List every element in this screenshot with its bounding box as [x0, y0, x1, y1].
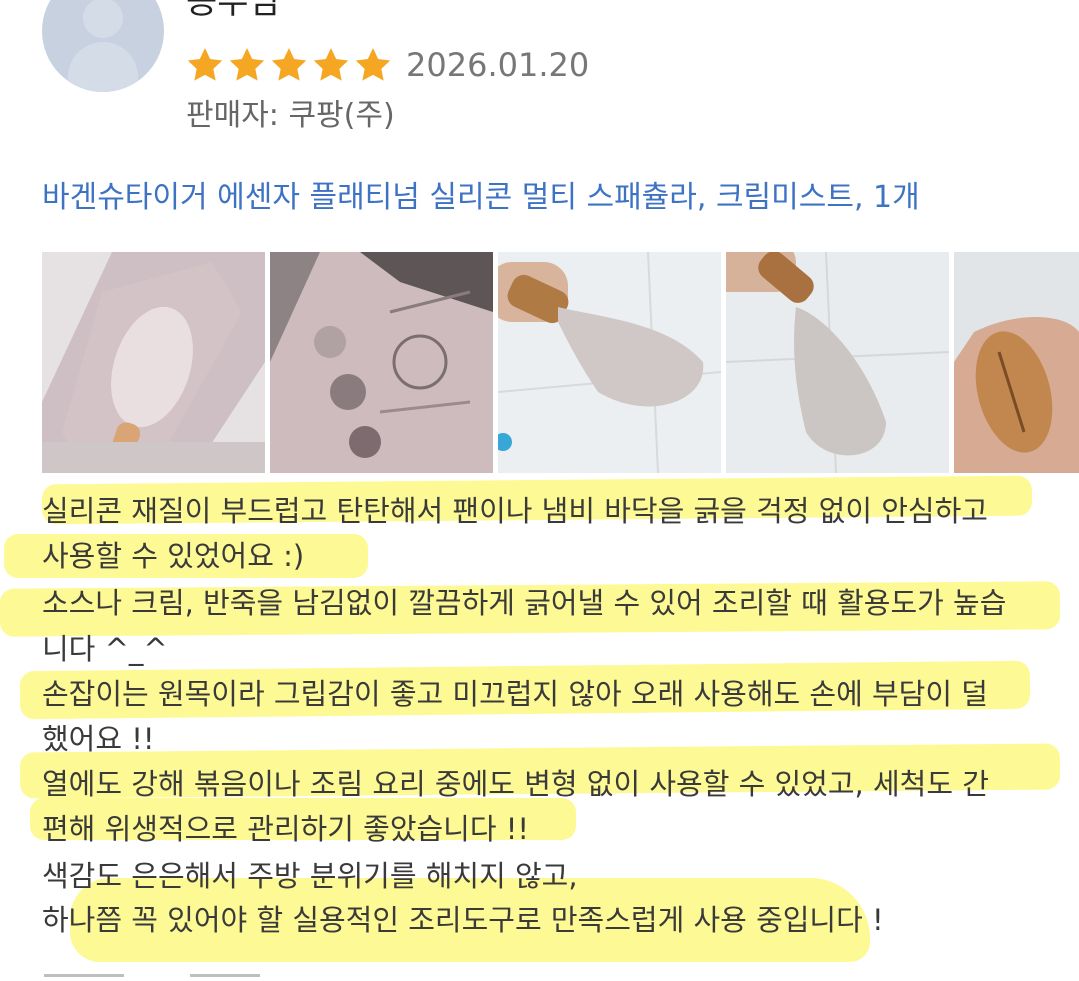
star-rating: [184, 45, 394, 85]
star-icon: [313, 48, 349, 81]
review-photo[interactable]: [42, 252, 265, 473]
spatula-box-front-photo: [42, 252, 265, 473]
review-text-line: 사용할 수 있었어요 :): [42, 539, 305, 573]
product-name-link[interactable]: 바겐슈타이거 에센자 플래티넘 실리콘 멀티 스패츌라, 크림미스트, 1개: [42, 178, 920, 218]
seller-label: 판매자: 쿠팡(주): [186, 98, 395, 133]
spatula-box-back-photo: [270, 252, 493, 473]
spatula-handle-photo: [954, 252, 1079, 473]
avatar-body-shape: [68, 42, 138, 92]
reviewer-name: 공주님: [186, 0, 280, 22]
review-photo-strip[interactable]: [42, 252, 1079, 473]
cut-off-text-fragment: [44, 974, 124, 977]
review-text-line: 열에도 강해 볶음이나 조림 요리 중에도 변형 없이 사용할 수 있었고, 세…: [42, 767, 989, 801]
review-photo[interactable]: [954, 252, 1079, 473]
star-icon: [271, 48, 307, 81]
review-text-line: 소스나 크림, 반죽을 남김없이 깔끔하게 긁어낼 수 있어 조리할 때 활용도…: [42, 586, 1007, 620]
spatula-blade-photo: [726, 252, 949, 473]
review-date: 2026.01.20: [406, 46, 590, 84]
review-text-line: 편해 위생적으로 관리하기 좋았습니다 !!: [42, 812, 530, 846]
review-text-line: 니다 ^_^: [42, 632, 168, 666]
review-text-line: 하나쯤 꼭 있어야 할 실용적인 조리도구로 만족스럽게 사용 중입니다 !: [42, 903, 884, 937]
avatar-head-shape: [83, 0, 123, 38]
review-photo[interactable]: [498, 252, 721, 473]
star-icon: [229, 48, 265, 81]
review-photo[interactable]: [726, 252, 949, 473]
star-icon: [355, 48, 391, 81]
review-photo[interactable]: [270, 252, 493, 473]
cut-off-text-fragment: [190, 974, 260, 977]
star-icon: [187, 48, 223, 81]
review-text-line: 실리콘 재질이 부드럽고 탄탄해서 팬이나 냄비 바닥을 긁을 걱정 없이 안심…: [42, 494, 988, 528]
review-text-line: 색감도 은은해서 주방 분위기를 해치지 않고,: [42, 859, 578, 893]
reviewer-avatar: [42, 0, 164, 92]
spatula-in-hand-photo: [498, 252, 721, 473]
review-text-line: 손잡이는 원목이라 그립감이 좋고 미끄럽지 않아 오래 사용해도 손에 부담이…: [42, 677, 988, 711]
review-text-line: 했어요 !!: [42, 722, 155, 756]
